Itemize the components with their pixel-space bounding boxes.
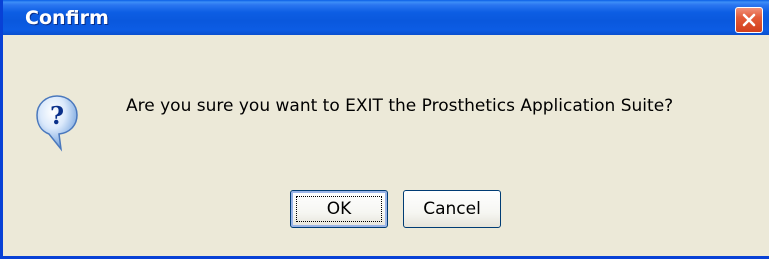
cancel-button-label: Cancel xyxy=(423,199,481,219)
cancel-button[interactable]: Cancel xyxy=(403,190,501,228)
question-icon: ? xyxy=(36,95,78,152)
svg-text:?: ? xyxy=(50,101,64,130)
ok-button[interactable]: OK xyxy=(290,190,388,228)
window-title: Confirm xyxy=(25,7,109,29)
close-icon xyxy=(742,13,756,27)
ok-button-label: OK xyxy=(326,199,352,219)
title-bar[interactable]: Confirm xyxy=(3,0,769,35)
confirm-dialog: Confirm ? Are you sure you want to EXIT … xyxy=(0,0,769,259)
close-button[interactable] xyxy=(735,7,763,33)
confirm-message: Are you sure you want to EXIT the Prosth… xyxy=(126,96,674,116)
